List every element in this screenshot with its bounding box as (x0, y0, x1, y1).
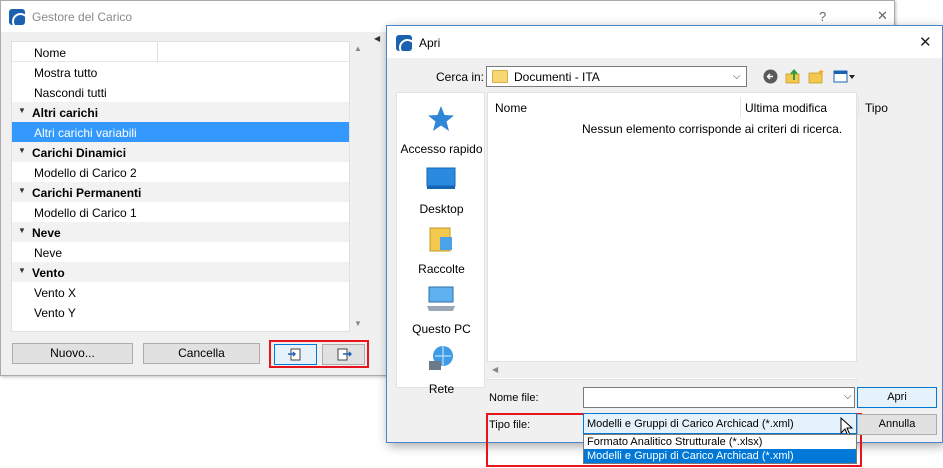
close-button[interactable]: ✕ (877, 8, 888, 24)
expand-arrow-icon[interactable]: ▼ (18, 226, 26, 235)
new-folder-icon[interactable] (808, 68, 825, 85)
load-group-row[interactable]: ▼ Carichi Permanenti (12, 182, 349, 202)
cancel-button[interactable]: Annulla (857, 414, 937, 435)
place-network[interactable]: Rete (397, 344, 486, 404)
place-libraries[interactable]: Raccolte (397, 224, 486, 284)
row-label: Mostra tutto (34, 66, 98, 80)
filetype-option-selected[interactable]: Modelli e Gruppi di Carico Archicad (*.x… (584, 449, 856, 463)
place-label: Rete (428, 382, 455, 396)
row-label: Neve (32, 226, 61, 240)
expand-arrow-icon[interactable]: ▼ (18, 266, 26, 275)
row-label: Neve (34, 246, 63, 260)
archicad-logo-icon (9, 9, 25, 25)
filetype-label: Tipo file: (489, 419, 531, 431)
column-header-modified[interactable]: Ultima modifica (745, 101, 827, 115)
close-button[interactable]: ✕ (919, 33, 932, 51)
filetype-combo[interactable]: Modelli e Gruppi di Carico Archicad (*.x… (583, 413, 857, 437)
column-divider[interactable] (858, 97, 859, 117)
filetype-selected-value: Modelli e Gruppi di Carico Archicad (*.x… (587, 418, 794, 430)
import-icon (287, 348, 300, 361)
row-label: Modello di Carico 1 (34, 206, 137, 220)
row-label: Carichi Dinamici (32, 146, 127, 160)
back-icon[interactable] (762, 68, 779, 85)
load-list: Nome Mostra tutto Nascondi tutti ▼ Altri ca… (11, 41, 350, 332)
load-item-row[interactable]: Altri carichi variabili (12, 122, 349, 142)
filetype-option[interactable]: Formato Analitico Strutturale (*.xlsx) (584, 435, 856, 449)
folder-icon (492, 70, 508, 83)
load-group-row[interactable]: ▼ Altri carichi (12, 102, 349, 122)
new-button[interactable]: Nuovo... (12, 343, 133, 364)
chevron-down-icon[interactable]: ⌵ (844, 391, 852, 402)
column-header-type[interactable]: Tipo (865, 101, 888, 115)
chevron-down-icon[interactable]: ⌵ (733, 71, 741, 82)
load-item-row[interactable]: Vento Y (12, 302, 349, 322)
import-export-highlight (269, 340, 369, 368)
import-button[interactable] (274, 344, 317, 365)
delete-button[interactable]: Cancella (143, 343, 260, 364)
row-label: Vento (32, 266, 65, 280)
load-item-row[interactable]: Vento X (12, 282, 349, 302)
load-item-row[interactable]: Modello di Carico 2 (12, 162, 349, 182)
row-label: Vento Y (34, 306, 76, 320)
open-dialog-title: Apri (419, 36, 441, 50)
row-label: Carichi Permanenti (32, 186, 142, 200)
load-group-row[interactable]: ▼ Vento (12, 262, 349, 282)
libraries-icon (429, 227, 452, 252)
place-desktop[interactable]: Desktop (397, 164, 486, 224)
quick-access-star-icon (428, 106, 454, 131)
file-list-hscrollbar[interactable]: ◀ (487, 361, 857, 378)
open-dialog-titlebar: Apri ✕ (387, 26, 942, 58)
place-label: Desktop (419, 202, 464, 216)
help-button[interactable]: ? (819, 9, 826, 24)
network-icon (429, 346, 453, 370)
this-pc-icon (427, 286, 455, 311)
load-item-row[interactable]: Mostra tutto (12, 62, 349, 82)
row-label: Modello di Carico 2 (34, 166, 137, 180)
column-header-name[interactable]: Nome (495, 101, 527, 115)
empty-results-message: Nessun elemento corrisponde ai criteri d… (582, 122, 843, 136)
archicad-logo-icon (396, 35, 412, 51)
export-icon (337, 348, 352, 361)
expand-arrow-icon[interactable]: ▼ (18, 106, 26, 115)
filename-input[interactable] (583, 387, 855, 408)
row-label: Altri carichi variabili (34, 126, 137, 140)
row-label: Vento X (34, 286, 77, 300)
expand-arrow-icon[interactable]: ▼ (18, 146, 26, 155)
filetype-dropdown-list: Formato Analitico Strutturale (*.xlsx) M… (583, 434, 857, 464)
place-label: Questo PC (412, 322, 471, 336)
scroll-left-icon[interactable]: ◀ (492, 365, 498, 374)
load-list-scrollbar[interactable]: ▲ ▼ (350, 41, 366, 332)
load-list-header: Nome (12, 42, 349, 62)
scroll-down-icon[interactable]: ▼ (354, 319, 362, 328)
desktop-icon (426, 167, 456, 189)
places-bar: Accesso rapido Desktop Raccolte Questo P… (396, 92, 486, 396)
up-folder-icon[interactable] (785, 68, 802, 85)
place-quick-access[interactable]: Accesso rapido (397, 104, 486, 164)
look-in-value: Documenti - ITA (514, 70, 600, 84)
scroll-up-icon[interactable]: ▲ (354, 44, 362, 53)
place-label: Accesso rapido (400, 142, 483, 156)
open-dialog: Apri ✕ Cerca in: Documenti - ITA ⌵ Acces… (386, 25, 943, 467)
column-name-header[interactable]: Nome (34, 46, 66, 60)
row-label: Altri carichi (32, 106, 99, 120)
place-label: Raccolte (418, 262, 465, 276)
column-divider[interactable] (740, 97, 741, 117)
load-item-row[interactable]: Modello di Carico 1 (12, 202, 349, 222)
load-group-row[interactable]: ▼ Carichi Dinamici (12, 142, 349, 162)
load-item-row[interactable]: Neve (12, 242, 349, 262)
load-manager-title: Gestore del Carico (32, 10, 133, 24)
look-in-combo[interactable]: Documenti - ITA ⌵ (486, 66, 747, 87)
expand-arrow-icon[interactable]: ▼ (18, 186, 26, 195)
collapse-arrow-icon[interactable]: ◀ (374, 34, 380, 43)
load-group-row[interactable]: ▼ Neve (12, 222, 349, 242)
load-item-row[interactable]: Nascondi tutti (12, 82, 349, 102)
export-button[interactable] (322, 344, 365, 365)
view-menu-icon[interactable] (833, 68, 857, 85)
row-label: Nascondi tutti (34, 86, 107, 100)
column-divider[interactable] (157, 42, 158, 62)
place-this-pc[interactable]: Questo PC (397, 284, 486, 344)
filename-label: Nome file: (489, 392, 539, 404)
open-button[interactable]: Apri (857, 387, 937, 408)
look-in-label: Cerca in: (436, 70, 485, 84)
